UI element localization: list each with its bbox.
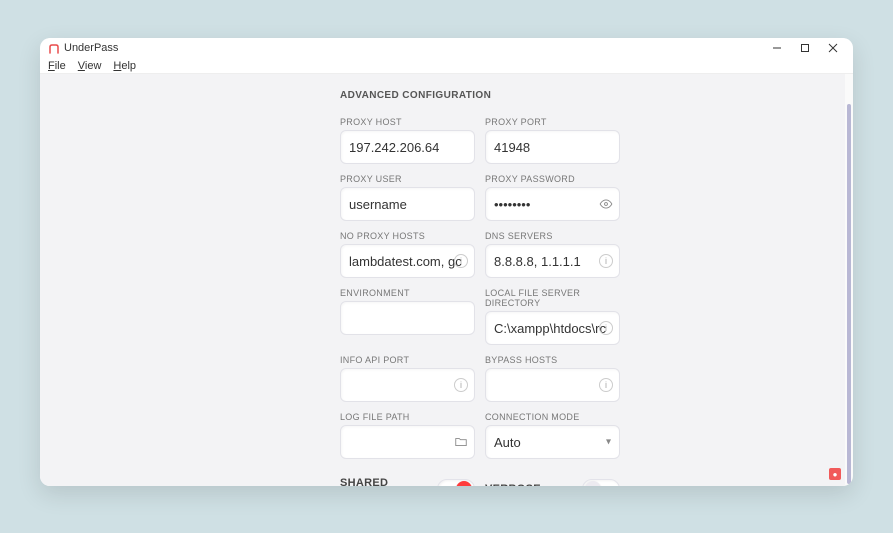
app-title: UnderPass <box>64 42 118 54</box>
window-close-button[interactable] <box>819 38 847 58</box>
conn-mode-value: Auto <box>494 435 611 450</box>
no-proxy-label: NO PROXY HOSTS <box>340 231 475 241</box>
dns-field: i <box>485 244 620 278</box>
info-icon[interactable]: i <box>454 378 468 392</box>
proxy-user-label: PROXY USER <box>340 174 475 184</box>
app-icon <box>48 42 60 54</box>
info-icon[interactable]: i <box>599 378 613 392</box>
bypass-field: i <box>485 368 620 402</box>
proxy-user-field <box>340 187 475 221</box>
dns-label: DNS SERVERS <box>485 231 620 241</box>
proxy-port-label: PROXY PORT <box>485 117 620 127</box>
env-label: ENVIRONMENT <box>340 288 475 298</box>
proxy-host-input[interactable] <box>349 140 466 155</box>
proxy-pass-label: PROXY PASSWORD <box>485 174 620 184</box>
info-icon[interactable]: i <box>599 254 613 268</box>
conn-mode-select[interactable]: Auto ▾ <box>485 425 620 459</box>
window-minimize-button[interactable] <box>763 38 791 58</box>
content-wrap: ADVANCED CONFIGURATION PROXY HOST PROXY … <box>40 74 853 486</box>
shared-tunnel-label: SHARED TUNNEL <box>340 477 437 486</box>
info-port-label: INFO API PORT <box>340 355 475 365</box>
menu-view[interactable]: View <box>78 60 102 72</box>
notification-badge-icon[interactable]: ● <box>829 468 841 480</box>
bypass-input[interactable] <box>494 378 611 393</box>
local-dir-input[interactable] <box>494 321 611 336</box>
local-dir-field: i <box>485 311 620 345</box>
app-window: UnderPass File View Help ADVANCED CONFIG… <box>40 38 853 486</box>
log-path-input[interactable] <box>349 435 466 450</box>
env-field <box>340 301 475 335</box>
chevron-down-icon: ▾ <box>606 437 611 448</box>
verbose-label: VERBOSE <box>485 483 541 486</box>
proxy-user-input[interactable] <box>349 197 466 212</box>
conn-mode-label: CONNECTION MODE <box>485 412 620 422</box>
log-path-label: LOG FILE PATH <box>340 412 475 422</box>
proxy-host-field <box>340 130 475 164</box>
menu-file[interactable]: File <box>48 60 66 72</box>
local-dir-label: LOCAL FILE SERVER DIRECTORY <box>485 288 620 308</box>
content[interactable]: ADVANCED CONFIGURATION PROXY HOST PROXY … <box>40 74 845 486</box>
window-maximize-button[interactable] <box>791 38 819 58</box>
info-icon[interactable]: i <box>454 254 468 268</box>
no-proxy-field: i <box>340 244 475 278</box>
proxy-host-label: PROXY HOST <box>340 117 475 127</box>
proxy-port-field <box>485 130 620 164</box>
dns-input[interactable] <box>494 254 611 269</box>
no-proxy-input[interactable] <box>349 254 466 269</box>
proxy-pass-field <box>485 187 620 221</box>
scrollbar-thumb[interactable] <box>847 104 851 484</box>
info-port-field: i <box>340 368 475 402</box>
info-port-input[interactable] <box>349 378 466 393</box>
bypass-label: BYPASS HOSTS <box>485 355 620 365</box>
form-grid: PROXY HOST PROXY PORT PROXY USER <box>340 111 805 459</box>
menu-help[interactable]: Help <box>113 60 136 72</box>
info-icon[interactable]: i <box>599 321 613 335</box>
proxy-port-input[interactable] <box>494 140 611 155</box>
scrollbar[interactable] <box>845 74 853 486</box>
titlebar: UnderPass <box>40 38 853 58</box>
verbose-toggle[interactable] <box>582 479 620 486</box>
folder-icon[interactable] <box>454 435 468 449</box>
shared-tunnel-toggle[interactable] <box>437 479 475 486</box>
menubar: File View Help <box>40 58 853 74</box>
eye-icon[interactable] <box>599 197 613 211</box>
env-input[interactable] <box>349 311 466 326</box>
proxy-pass-input[interactable] <box>494 197 611 212</box>
log-path-field <box>340 425 475 459</box>
section-title: ADVANCED CONFIGURATION <box>340 90 805 101</box>
